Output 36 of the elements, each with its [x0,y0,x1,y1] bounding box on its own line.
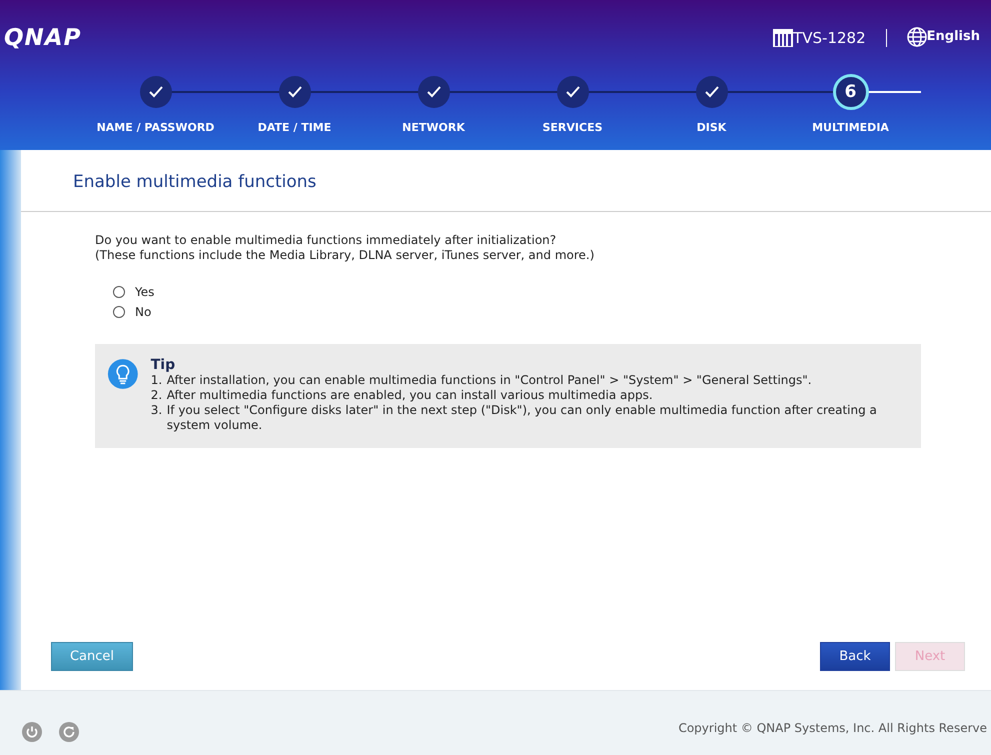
step-label: DATE / TIME [258,121,332,134]
tip-title: Tip [150,357,176,373]
step-label: NAME / PASSWORD [96,121,214,134]
step-label: DISK [696,121,726,134]
list-number: 2. [150,388,164,403]
step-label: MULTIMEDIA [812,121,889,134]
restart-icon[interactable] [59,722,79,742]
check-icon [288,86,302,98]
tip-text: After multimedia functions are enabled, you can install various multimedia apps. [166,388,653,403]
check-icon [566,86,580,98]
radio-button[interactable] [113,286,125,298]
list-number: 1. [150,373,164,388]
qnap-logo: QNAP [4,25,82,51]
check-icon [704,86,718,98]
globe-icon[interactable] [906,27,927,47]
server-icon [773,29,794,47]
option-label[interactable]: No [135,304,152,318]
step-circle: 6 [832,74,868,110]
list-number: 3. [150,403,164,419]
wizard-button[interactable]: Back [820,642,890,671]
page-title: Enable multimedia functions [21,150,991,212]
power-icon[interactable] [22,722,42,742]
radio-button[interactable] [113,306,125,318]
step-label: NETWORK [402,121,465,134]
copyright-text: Copyright © QNAP Systems, Inc. All Rights Reserve [678,721,987,735]
question-text: (These functions include the Media Library, DLNA server, iTunes server, and more.) [95,248,596,263]
question-text: Do you want to enable multimedia functions immediately after initialization? [95,233,558,248]
option-label[interactable]: Yes [135,284,154,298]
lightbulb-icon [107,357,139,391]
model-name: TVS-1282 [793,29,866,47]
step-label: SERVICES [542,121,603,134]
tip-text: After installation, you can enable multimedia functions in "Control Panel" > "System" > "General Settings". [166,373,812,388]
check-icon [426,86,440,98]
tip-text: If you select "Configure disks later" in the next step ("Disk"), you can only enable multimedia function after creating a system volume. [166,403,878,433]
check-icon [148,86,162,98]
language-selector[interactable]: English [926,28,980,44]
